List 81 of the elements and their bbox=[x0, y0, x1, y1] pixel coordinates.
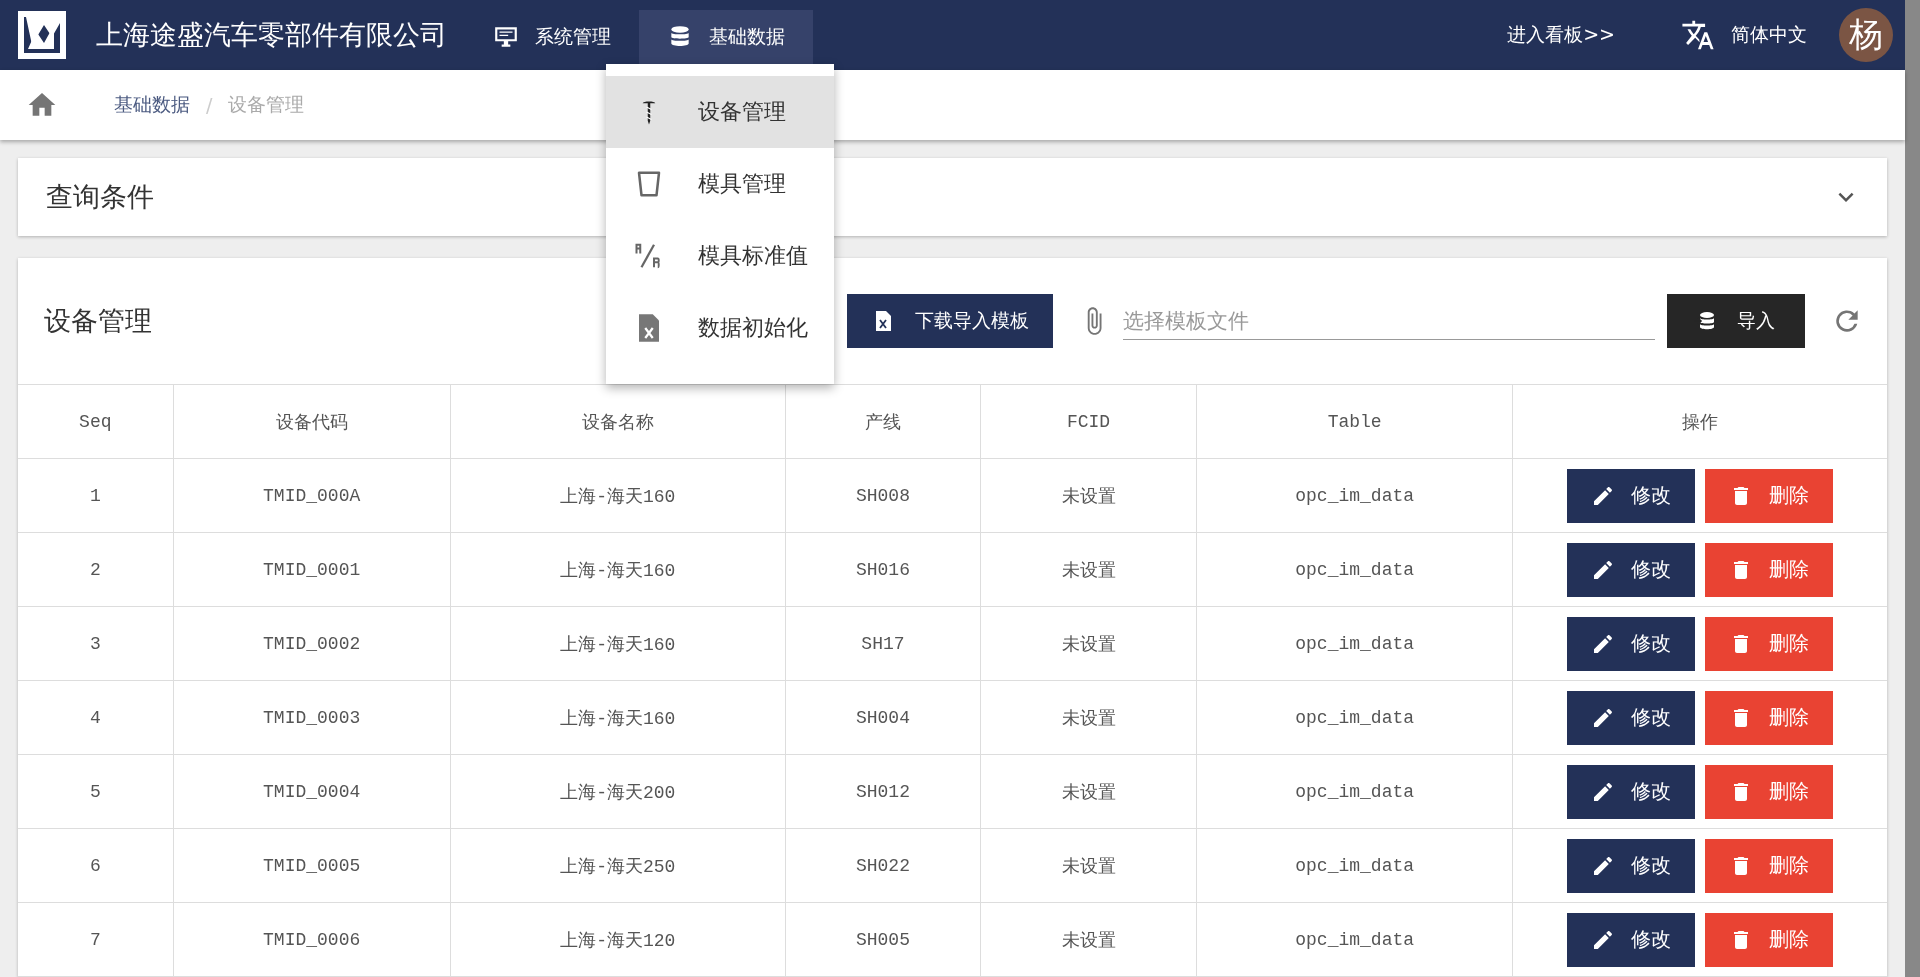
table-cell: TMID_0001 bbox=[173, 532, 451, 607]
column-header: 操作 bbox=[1512, 385, 1887, 459]
delete-button[interactable]: 删除 bbox=[1705, 838, 1834, 893]
table-cell: 4 bbox=[18, 680, 174, 755]
download-template-button[interactable]: 下载导入模板 bbox=[847, 294, 1053, 348]
table-cell: opc_im_data bbox=[1196, 458, 1513, 533]
breadcrumb-item[interactable]: 基础数据 bbox=[114, 92, 190, 119]
column-header: FCID bbox=[980, 385, 1197, 459]
table-cell: 未设置 bbox=[980, 606, 1197, 681]
table-cell: SH012 bbox=[785, 754, 981, 829]
table-cell: opc_im_data bbox=[1196, 828, 1513, 903]
table-cell: 未设置 bbox=[980, 828, 1197, 903]
table-cell: opc_im_data bbox=[1196, 606, 1513, 681]
edit-button[interactable]: 修改 bbox=[1567, 912, 1696, 967]
nav-menu-item[interactable]: 基础数据 bbox=[639, 10, 813, 64]
import-button[interactable]: 导入 bbox=[1667, 294, 1805, 348]
table-cell: 5 bbox=[18, 754, 174, 829]
table-cell: opc_im_data bbox=[1196, 754, 1513, 829]
breadcrumb-separator: / bbox=[206, 94, 213, 117]
company-name: 上海途盛汽车零部件有限公司 bbox=[96, 18, 447, 53]
column-header: 设备代码 bbox=[173, 385, 451, 459]
table-cell: 未设置 bbox=[980, 532, 1197, 607]
table-cell: 上海-海天160 bbox=[450, 458, 786, 533]
table-cell: 6 bbox=[18, 828, 174, 903]
delete-button[interactable]: 删除 bbox=[1705, 912, 1834, 967]
table-cell: 上海-海天200 bbox=[450, 754, 786, 829]
table-cell: 上海-海天120 bbox=[450, 902, 786, 977]
table-cell: 未设置 bbox=[980, 458, 1197, 533]
breadcrumb-item: 设备管理 bbox=[228, 92, 305, 118]
table-cell: 2 bbox=[18, 532, 174, 607]
table-cell: SH022 bbox=[785, 828, 981, 903]
dashboard-link[interactable]: 进入看板>> bbox=[1507, 22, 1615, 49]
table-cell: 未设置 bbox=[980, 754, 1197, 829]
table-cell: SH005 bbox=[785, 902, 981, 977]
table-cell: SH016 bbox=[785, 532, 981, 607]
table-cell: 上海-海天250 bbox=[450, 828, 786, 903]
table-cell: TMID_0005 bbox=[173, 828, 451, 903]
edit-button[interactable]: 修改 bbox=[1567, 468, 1696, 523]
scrollbar[interactable] bbox=[1905, 0, 1920, 977]
table-cell: 3 bbox=[18, 606, 174, 681]
panel-title: 查询条件 bbox=[46, 180, 154, 214]
column-header: Seq bbox=[18, 385, 174, 459]
delete-button[interactable]: 删除 bbox=[1705, 542, 1834, 597]
table-cell: 上海-海天160 bbox=[450, 680, 786, 755]
edit-button[interactable]: 修改 bbox=[1567, 616, 1696, 671]
monitor-icon bbox=[493, 24, 519, 50]
menu-item[interactable]: 设备管理 bbox=[606, 76, 834, 148]
table-cell: TMID_0002 bbox=[173, 606, 451, 681]
table-cell: TMID_000A bbox=[173, 458, 451, 533]
table-cell: 1 bbox=[18, 458, 174, 533]
table-cell: 未设置 bbox=[980, 680, 1197, 755]
delete-button[interactable]: 删除 bbox=[1705, 616, 1834, 671]
language-selector[interactable]: 简体中文 bbox=[1681, 18, 1807, 53]
table-cell: TMID_0004 bbox=[173, 754, 451, 829]
column-header: 产线 bbox=[785, 385, 981, 459]
table-cell: 7 bbox=[18, 902, 174, 977]
edit-button[interactable]: 修改 bbox=[1567, 690, 1696, 745]
table-cell: opc_im_data bbox=[1196, 902, 1513, 977]
user-avatar[interactable]: 杨 bbox=[1839, 8, 1893, 63]
table-cell: 上海-海天160 bbox=[450, 532, 786, 607]
table-cell: 上海-海天160 bbox=[450, 606, 786, 681]
menu-item[interactable]: 数据初始化 bbox=[606, 292, 834, 364]
nav-menu-item[interactable]: 系统管理 bbox=[465, 10, 639, 64]
table-cell: SH17 bbox=[785, 606, 981, 681]
edit-button[interactable]: 修改 bbox=[1567, 764, 1696, 819]
delete-button[interactable]: 删除 bbox=[1705, 764, 1834, 819]
table-cell: 未设置 bbox=[980, 902, 1197, 977]
panel-title: 设备管理 bbox=[44, 304, 152, 338]
logo-icon bbox=[18, 11, 66, 60]
column-header: 设备名称 bbox=[450, 385, 786, 459]
column-header: Table bbox=[1196, 385, 1513, 459]
table-cell: TMID_0006 bbox=[173, 902, 451, 977]
table-cell: TMID_0003 bbox=[173, 680, 451, 755]
table-cell: opc_im_data bbox=[1196, 680, 1513, 755]
table-cell: SH004 bbox=[785, 680, 981, 755]
edit-button[interactable]: 修改 bbox=[1567, 542, 1696, 597]
table-cell: SH008 bbox=[785, 458, 981, 533]
delete-button[interactable]: 删除 bbox=[1705, 690, 1834, 745]
delete-button[interactable]: 删除 bbox=[1705, 468, 1834, 523]
table-cell: opc_im_data bbox=[1196, 532, 1513, 607]
edit-button[interactable]: 修改 bbox=[1567, 838, 1696, 893]
